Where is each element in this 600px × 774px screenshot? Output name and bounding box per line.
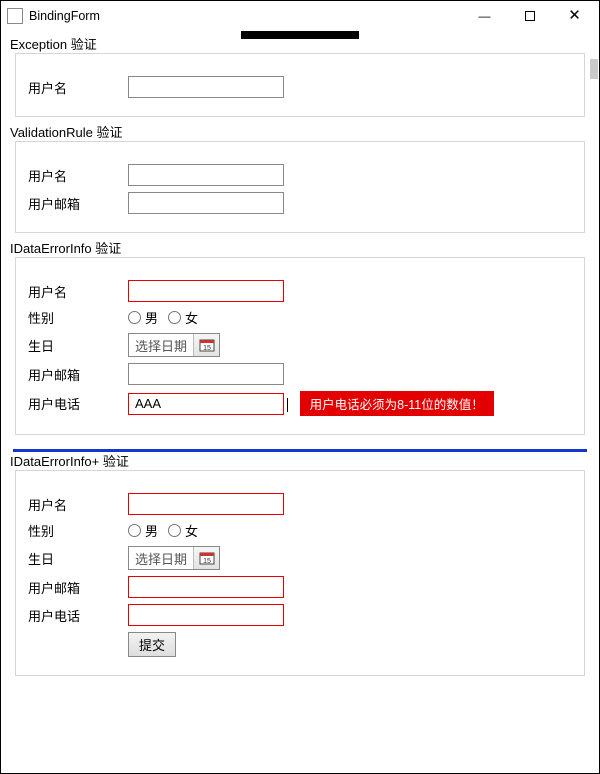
group-validation-rule: ValidationRule 验证 用户名 用户邮箱 [15,141,585,233]
validation-rule-username-input[interactable] [128,164,284,186]
label-email: 用户邮箱 [28,365,128,384]
radio-female-input[interactable] [168,311,181,324]
label-username: 用户名 [28,495,128,514]
idataerrorinfo-phone-input[interactable] [128,393,284,415]
label-username: 用户名 [28,282,128,301]
label-username: 用户名 [28,78,128,97]
window-maximize-button[interactable] [507,1,552,30]
group-exception-title: Exception 验证 [10,34,97,53]
label-gender: 性别 [28,308,128,327]
radio-male-input[interactable] [128,311,141,324]
window-minimize-button[interactable]: — [462,1,507,30]
svg-text:15: 15 [203,345,211,352]
calendar-icon[interactable]: 15 [193,547,219,569]
date-placeholder: 选择日期 [129,336,193,355]
radio-male[interactable]: 男 [128,521,158,540]
exception-username-input[interactable] [128,76,284,98]
radio-male-label: 男 [145,308,158,327]
group-idataerrorinfo-plus: IDataErrorInfo+ 验证 用户名 性别 男 女 生日 [15,470,585,676]
radio-female-label: 女 [185,308,198,327]
group-idataerrorinfo-title: IDataErrorInfo 验证 [10,238,121,257]
radio-female[interactable]: 女 [168,308,198,327]
vertical-scrollbar[interactable] [590,59,598,79]
label-birthday: 生日 [28,336,128,355]
validation-rule-email-input[interactable] [128,192,284,214]
label-email: 用户邮箱 [28,578,128,597]
group-idataerrorinfo: IDataErrorInfo 验证 用户名 性别 男 女 生日 [15,257,585,435]
label-username: 用户名 [28,166,128,185]
label-phone: 用户电话 [28,606,128,625]
radio-female-input[interactable] [168,524,181,537]
client-area: Exception 验证 用户名 ValidationRule 验证 用户名 用… [1,31,599,773]
idataerrorinfo-birthday-picker[interactable]: 选择日期 15 [128,333,220,357]
label-gender: 性别 [28,521,128,540]
plus-birthday-picker[interactable]: 选择日期 15 [128,546,220,570]
phone-error-message: 用户电话必须为8-11位的数值！ [300,391,494,416]
label-birthday: 生日 [28,549,128,568]
idataerrorinfo-username-input[interactable] [128,280,284,302]
plus-email-input[interactable] [128,576,284,598]
radio-male[interactable]: 男 [128,308,158,327]
radio-male-label: 男 [145,521,158,540]
idataerrorinfo-email-input[interactable] [128,363,284,385]
group-validation-rule-title: ValidationRule 验证 [10,122,122,141]
label-phone: 用户电话 [28,394,128,413]
radio-male-input[interactable] [128,524,141,537]
group-exception: Exception 验证 用户名 [15,53,585,117]
app-icon [7,8,23,24]
plus-phone-input[interactable] [128,604,284,626]
calendar-icon[interactable]: 15 [193,334,219,356]
radio-female-label: 女 [185,521,198,540]
radio-female[interactable]: 女 [168,521,198,540]
date-placeholder: 选择日期 [129,549,193,568]
submit-button[interactable]: 提交 [128,632,176,657]
toolbar-drag-handle[interactable] [241,31,359,39]
label-email: 用户邮箱 [28,194,128,213]
window-title-bar: BindingForm — ✕ [1,1,599,31]
window-title: BindingForm [29,9,100,23]
window-close-button[interactable]: ✕ [552,1,597,30]
svg-text:15: 15 [203,558,211,565]
plus-username-input[interactable] [128,493,284,515]
group-idataerrorinfo-plus-title: IDataErrorInfo+ 验证 [10,451,129,470]
